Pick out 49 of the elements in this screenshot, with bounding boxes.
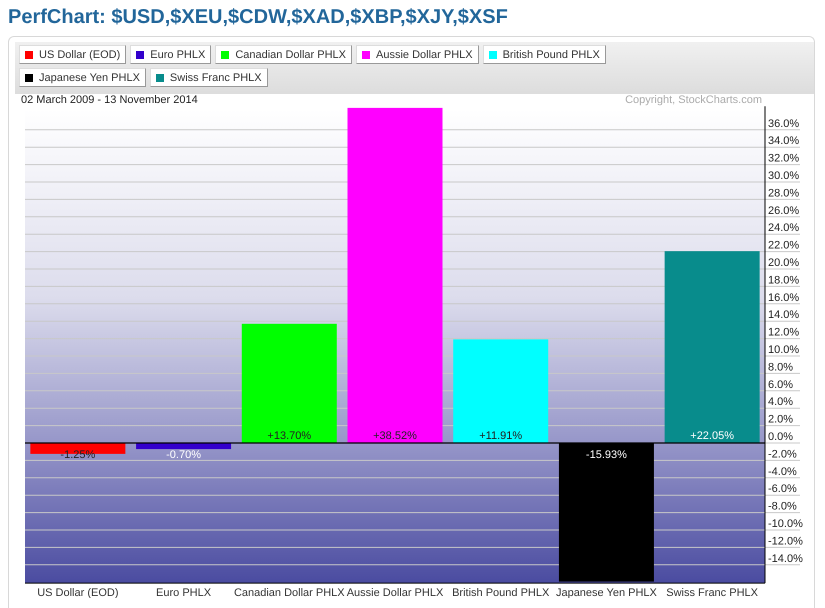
bar-value-label: +38.52% <box>373 430 417 442</box>
legend-toggle[interactable]: Euro PHLX <box>130 45 212 64</box>
y-tick-label: -6.0% <box>768 483 797 496</box>
legend-toggle[interactable]: Japanese Yen PHLX <box>19 68 146 87</box>
y-tick-label: 8.0% <box>768 361 794 374</box>
x-category-label: Canadian Dollar PHLX <box>234 587 345 598</box>
y-tick-label: -8.0% <box>768 500 797 513</box>
x-category-label: Swiss Franc PHLX <box>666 587 758 598</box>
x-category-label: British Pound PHLX <box>452 587 550 598</box>
y-tick-label: 36.0% <box>768 118 800 130</box>
legend-toggle[interactable]: US Dollar (EOD) <box>19 45 126 64</box>
y-tick-label: 20.0% <box>768 257 800 269</box>
copyright-text: Copyright, StockCharts.com <box>625 94 762 106</box>
chart-title: PerfChart: $USD,$XEU,$CDW,$XAD,$XBP,$XJY,$XSF <box>7 5 509 30</box>
y-tick-label: 16.0% <box>768 292 800 304</box>
y-tick-label: 12.0% <box>768 326 800 339</box>
y-tick-label: 28.0% <box>768 187 800 200</box>
y-tick-label: 14.0% <box>768 309 800 322</box>
legend-toggle[interactable]: Canadian Dollar PHLX <box>215 45 352 64</box>
x-category-label: Aussie Dollar PHLX <box>346 587 444 598</box>
y-tick-label: 24.0% <box>768 222 800 234</box>
y-tick-label: 26.0% <box>768 204 800 217</box>
bar-value-label: +13.70% <box>267 430 312 442</box>
y-tick-label: 6.0% <box>768 378 794 391</box>
bar-value-label: +11.91% <box>479 430 522 442</box>
y-tick-label: -2.0% <box>768 448 797 460</box>
legend-toggle[interactable]: Swiss Franc PHLX <box>150 68 268 87</box>
bar-value-label: +22.05% <box>690 430 734 442</box>
x-category-label: US Dollar (EOD) <box>37 587 118 598</box>
bar-value-label: -0.70% <box>166 449 201 461</box>
x-category-label: Euro PHLX <box>156 587 212 598</box>
y-tick-label: 30.0% <box>768 170 800 182</box>
date-range: 02 March 2009 - 13 November 2014 <box>21 94 198 106</box>
y-tick-label: 34.0% <box>768 135 800 148</box>
y-tick-label: 4.0% <box>768 396 794 408</box>
x-category-label: Japanese Yen PHLX <box>556 587 657 598</box>
y-tick-label: 18.0% <box>768 274 800 286</box>
y-tick-label: -14.0% <box>768 552 803 565</box>
y-tick-label: -4.0% <box>768 466 797 478</box>
y-tick-label: 10.0% <box>768 344 800 356</box>
y-tick-label: -12.0% <box>768 535 803 548</box>
legend-toggle[interactable]: Aussie Dollar PHLX <box>356 45 479 64</box>
y-tick-label: 32.0% <box>768 152 800 165</box>
y-tick-label: 0.0% <box>768 431 794 443</box>
bar-value-label: -15.93% <box>586 449 627 461</box>
y-tick-label: -10.0% <box>768 518 803 530</box>
y-tick-label: 22.0% <box>768 240 800 252</box>
y-tick-label: 2.0% <box>768 414 794 426</box>
legend-toggle[interactable]: British Pound PHLX <box>482 45 606 64</box>
